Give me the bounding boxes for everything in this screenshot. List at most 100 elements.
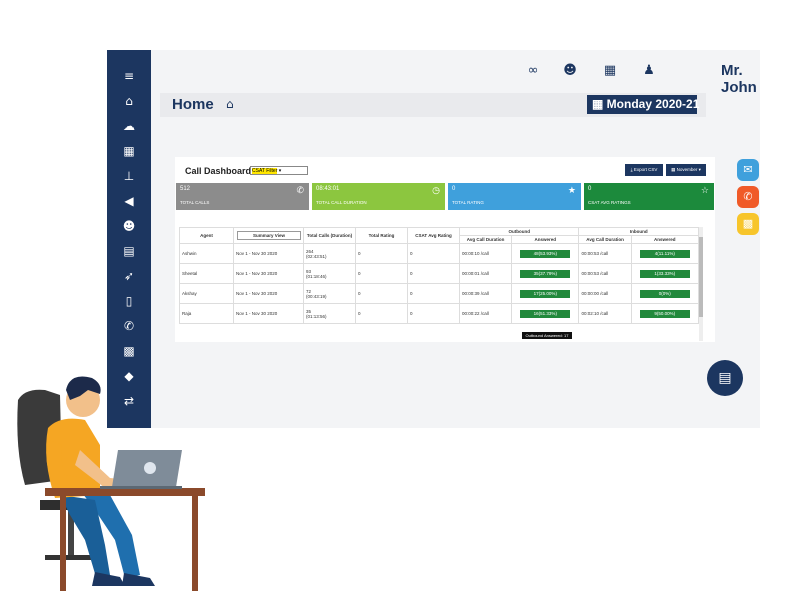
calls-cell: 264 (02:43:51) [303,243,356,264]
call-dashboard-card: Call Dashboard CSAT Filter ▾ ⤓ Export CS… [175,157,715,342]
agent-cell: Sheetal [179,263,234,284]
date-badge[interactable]: ▦ Monday 2020-21 [587,95,700,114]
apps-icon[interactable]: ▩ [119,343,139,359]
mobile-icon[interactable]: ▯ [119,293,139,309]
calls-cell: 72 (00:43:19) [303,283,356,304]
col-in-avg: Avg Call Duration [578,235,632,244]
agent-cell: Raja [179,303,234,324]
tile-label: CSAT AVG RATINGS [588,200,631,205]
phone-icon: ✆ [296,186,304,196]
export-csv-button[interactable]: ⤓ Export CSV [625,164,663,176]
answered-badge[interactable]: 0(0%) [639,289,690,298]
chat-icon[interactable]: ✉ [737,159,759,181]
answered-badge[interactable]: 9(50.00%) [639,309,690,318]
table-row: Raja Nov 1 - Nov 30 2020 35 (01:13:56) 0 0 00:… [179,303,700,324]
link-icon[interactable]: ∞ [524,63,542,79]
dashboard-title: Call Dashboard [185,166,252,176]
tile-value: 0 [588,186,592,192]
in-avg-cell: 00:00:53 /call [578,263,632,284]
answered-badge[interactable]: 35(37.79%) [520,269,571,278]
stage: ≡ ⌂ ☁ ▦ ⊥ ◀ ☻ ▤ ➶ ▯ ✆ ▩ ◆ ⇄ ∞ ☻ ▦ ♟ Mr. … [0,0,800,601]
phone-icon[interactable]: ✆ [119,318,139,334]
answered-badge[interactable]: 1(33.33%) [639,269,690,278]
clock-icon: ◷ [432,186,440,196]
user-icon[interactable]: ♟ [640,63,658,79]
calls-duration: (02:43:51) [306,253,327,259]
col-inbound: Inbound [578,227,699,236]
in-avg-cell: 00:00:53 /call [578,243,632,264]
user-name[interactable]: Mr. John [721,62,760,96]
table-row: Ashwin Nov 1 - Nov 30 2020 264 (02:43:51) 0 0… [179,243,700,264]
tile-value: 08:43:01 [316,186,340,192]
tile-label: TOTAL RATING [452,200,484,205]
table-scrollbar[interactable] [699,227,703,341]
out-answered-cell: 16(51.33%) [511,303,580,324]
calls-duration: (01:18:46) [306,273,327,279]
answered-tooltip: Outbound Answered: 17 [522,332,572,339]
out-answered-cell: 17(25.00%) [511,283,580,304]
out-answered-cell: 48(53.93%) [511,243,580,264]
home-icon[interactable]: ⌂ [119,93,139,109]
csat-cell: 0 [407,243,460,264]
megaphone-icon[interactable]: ◀ [119,193,139,209]
in-answered-cell: 9(50.00%) [630,303,700,324]
answered-badge[interactable]: 17(25.00%) [520,289,571,298]
apps-widget-icon[interactable]: ▩ [737,213,759,235]
range-cell: Nov 1 - Nov 30 2020 [233,303,304,324]
table-row: Sheetal Nov 1 - Nov 30 2020 93 (01:18:46) 0 0… [179,263,700,284]
col-total-rating: Total Rating [355,227,408,244]
sitemap-icon[interactable]: ⊥ [119,168,139,184]
in-answered-cell: 0(0%) [630,283,700,304]
rocket-icon[interactable]: ➶ [119,268,139,284]
col-out-answered: Answered [511,235,580,244]
scrollbar-thumb[interactable] [699,237,703,317]
answered-badge[interactable]: 48(53.93%) [520,249,571,258]
rating-cell: 0 [355,303,408,324]
answered-badge[interactable]: 4(11.11%) [639,249,690,258]
team-icon[interactable]: ☻ [119,218,139,234]
col-out-avg: Avg Call Duration [458,235,513,244]
col-total-calls: Total Calls (Duration) [303,227,356,244]
top-bar: ∞ ☻ ▦ ♟ Mr. John [151,50,760,96]
total-rating-tile: 0 TOTAL RATING ★ [448,183,581,210]
agent-cell: Akshay [179,283,234,304]
page-title: Home [172,96,214,113]
summary-view-select[interactable]: Summary View [236,231,301,240]
in-avg-cell: 00:00:00 /call [578,283,632,304]
csat-select[interactable]: CSAT Filter ▾ [250,166,308,175]
out-avg-cell: 00:00:22 /call [458,303,513,324]
csat-cell: 0 [407,283,460,304]
home-breadcrumb-icon[interactable]: ⌂ [226,97,234,111]
csat-select-value: CSAT Filter [252,168,278,174]
out-avg-cell: 00:00:39 /call [458,283,513,304]
col-outbound: Outbound [458,227,580,236]
support-chat-button[interactable]: ▤ [707,360,743,396]
in-answered-cell: 4(11.11%) [630,243,700,264]
month-label: November [676,167,698,172]
col-view[interactable]: Summary View [233,227,304,244]
table-icon[interactable]: ▤ [119,243,139,259]
answered-badge[interactable]: 16(51.33%) [520,309,571,318]
in-answered-cell: 1(33.33%) [630,263,700,284]
person-at-desk-illustration [17,376,205,591]
date-label: Monday 2020-21 [606,97,700,111]
call-duration-tile: 08:43:01 TOTAL CALL DURATION ◷ [312,183,445,210]
calendar-icon[interactable]: ▦ [119,143,139,159]
agent-cell: Ashwin [179,243,234,264]
grid-icon[interactable]: ▦ [601,63,619,79]
col-agent: Agent [179,227,234,244]
phone-widget-icon[interactable]: ✆ [737,186,759,208]
users-icon[interactable]: ☻ [561,63,579,79]
range-cell: Nov 1 - Nov 30 2020 [233,243,304,264]
month-dropdown[interactable]: ▦ November ▾ [666,164,706,176]
cloud-icon[interactable]: ☁ [119,118,139,134]
menu-icon[interactable]: ≡ [119,68,139,84]
csat-cell: 0 [407,303,460,324]
calls-duration: (00:43:19) [306,293,327,299]
in-avg-cell: 00:02:10 /call [578,303,632,324]
calls-cell: 35 (01:13:56) [303,303,356,324]
calls-cell: 93 (01:18:46) [303,263,356,284]
col-in-answered: Answered [630,235,700,244]
agent-table: Agent Summary View Total Calls (Duration… [179,227,701,341]
tile-label: TOTAL CALLS [180,200,210,205]
